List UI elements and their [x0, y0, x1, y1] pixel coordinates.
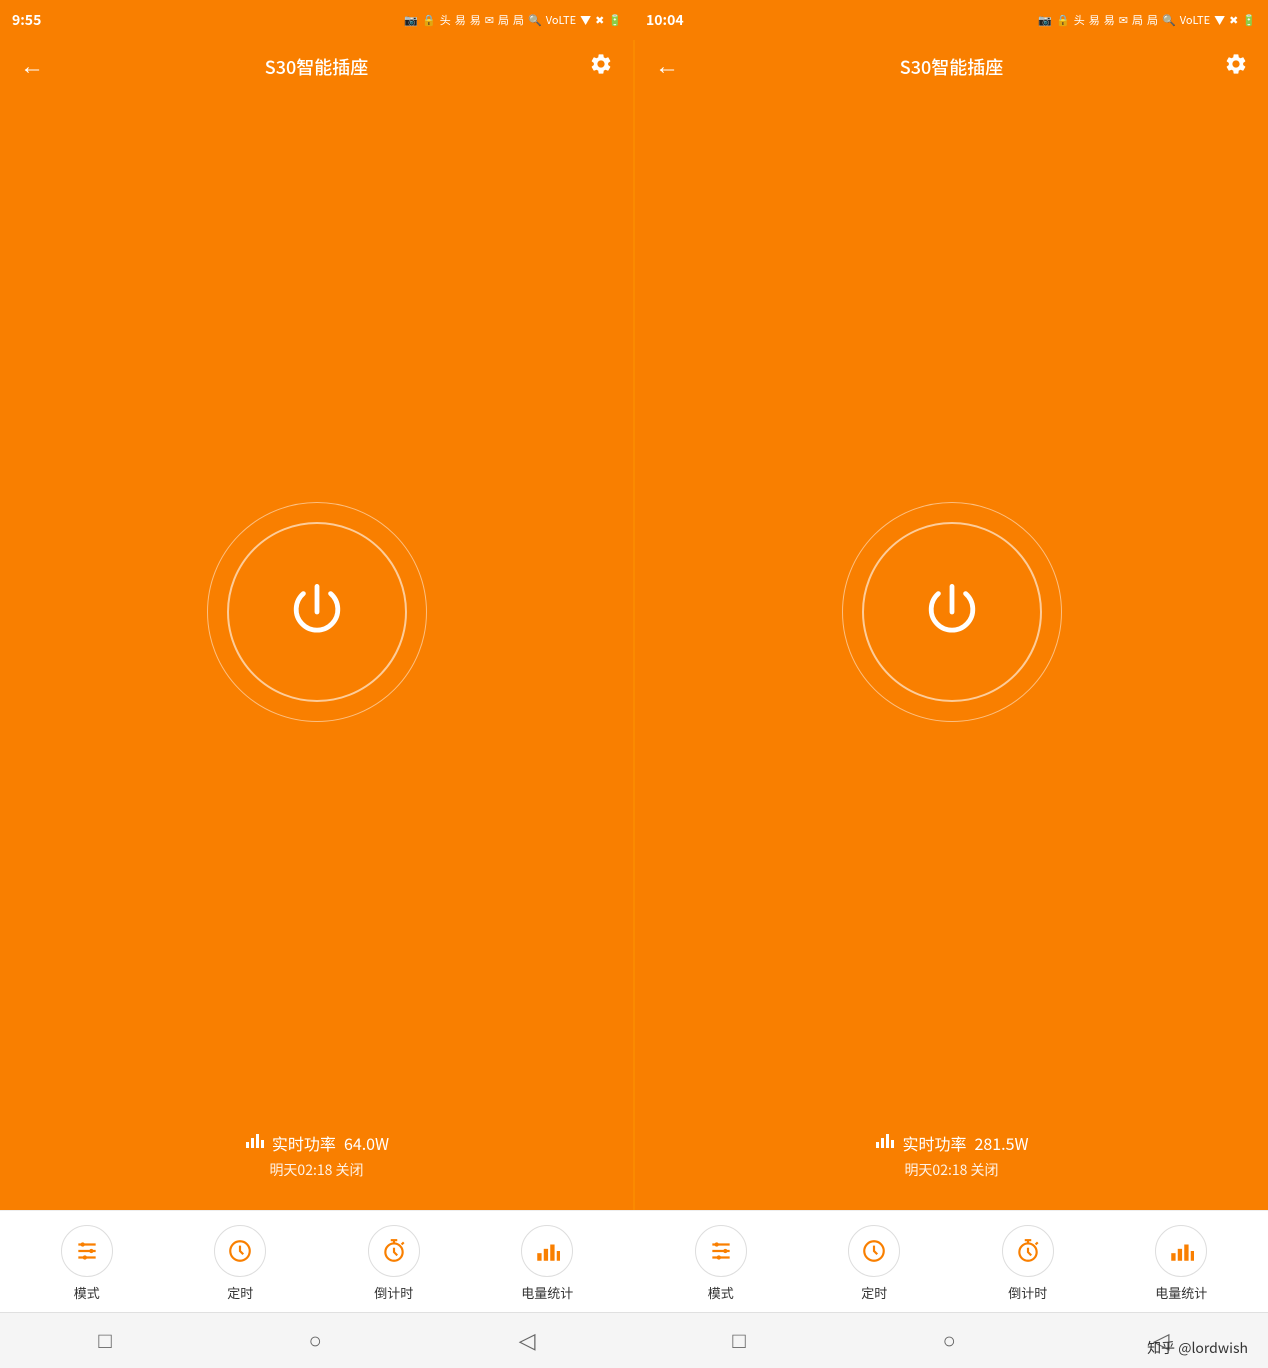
right-info-row: 实时功率 281.5W 明天02:18 关闭	[635, 1130, 1268, 1210]
nav-square-button-2[interactable]: □	[702, 1318, 775, 1364]
left-status-icons: 📷 🔒 头 易 易 ✉ 局 局 🔍 VoLTE ▼ ✖ 🔋	[404, 12, 622, 28]
right-timer-label: 定时	[861, 1283, 887, 1302]
left-mode-item[interactable]: 模式	[57, 1225, 117, 1302]
left-gear-icon	[589, 52, 613, 76]
bottom-toolbar: 模式 定时 倒计时	[0, 1210, 1268, 1312]
nav-circle-button[interactable]: ○	[279, 1318, 352, 1364]
right-countdown-icon-circle	[1002, 1225, 1054, 1277]
right-chart-icon	[874, 1130, 894, 1156]
right-status-icons: 📷 🔒 头 易 易 ✉ 局 局 🔍 VoLTE ▼ ✖ 🔋	[1038, 12, 1256, 28]
left-schedule: 明天02:18 关闭	[269, 1160, 363, 1180]
right-gear-icon	[1224, 52, 1248, 76]
status-bars: 9:55 📷 🔒 头 易 易 ✉ 局 局 🔍 VoLTE ▼ ✖ 🔋 10:04…	[0, 0, 1268, 40]
right-stats-icon-circle	[1155, 1225, 1207, 1277]
right-timer-item[interactable]: 定时	[844, 1225, 904, 1302]
right-phone-panel: ← S30智能插座	[635, 40, 1268, 1210]
right-timer-icon-circle	[848, 1225, 900, 1277]
left-barchart-icon	[534, 1238, 560, 1264]
right-stats-label: 电量统计	[1155, 1283, 1207, 1302]
right-barchart-icon	[1168, 1238, 1194, 1264]
left-title: S30智能插座	[265, 54, 368, 80]
right-schedule: 明天02:18 关闭	[904, 1160, 998, 1180]
right-title: S30智能插座	[900, 54, 1003, 80]
left-back-button[interactable]: ←	[20, 53, 44, 81]
left-mode-icon-circle	[61, 1225, 113, 1277]
right-settings-button[interactable]	[1224, 52, 1248, 82]
right-power-icon	[912, 572, 992, 652]
main-area: ← S30智能插座	[0, 40, 1268, 1210]
left-toolbar: 模式 定时 倒计时	[0, 1211, 634, 1312]
right-power-button[interactable]	[862, 522, 1042, 702]
left-stats-label: 电量统计	[521, 1283, 573, 1302]
left-power-icon	[277, 572, 357, 652]
left-power-value: 64.0W	[344, 1131, 389, 1155]
right-status-bar: 10:04 📷 🔒 头 易 易 ✉ 局 局 🔍 VoLTE ▼ ✖ 🔋	[634, 0, 1268, 40]
left-info-row: 实时功率 64.0W 明天02:18 关闭	[0, 1130, 633, 1210]
left-clock-icon	[227, 1238, 253, 1264]
left-countdown-label: 倒计时	[374, 1283, 413, 1302]
nav-square-button[interactable]: □	[68, 1318, 141, 1364]
nav-circle-button-2[interactable]: ○	[913, 1318, 986, 1364]
left-chart-icon	[244, 1130, 264, 1156]
right-countdown-label: 倒计时	[1008, 1283, 1047, 1302]
left-time: 9:55	[12, 10, 41, 30]
right-mode-icon-circle	[695, 1225, 747, 1277]
right-power-reading: 实时功率 281.5W	[874, 1130, 1028, 1156]
right-stats-item[interactable]: 电量统计	[1151, 1225, 1211, 1302]
left-settings-button[interactable]	[589, 52, 613, 82]
left-power-reading: 实时功率 64.0W	[244, 1130, 389, 1156]
left-stats-item[interactable]: 电量统计	[517, 1225, 577, 1302]
right-back-button[interactable]: ←	[655, 53, 679, 81]
left-power-area	[0, 94, 633, 1130]
left-stopwatch-icon	[381, 1238, 407, 1264]
left-mode-label: 模式	[74, 1283, 100, 1302]
left-phone-panel: ← S30智能插座	[0, 40, 633, 1210]
right-sliders-icon	[708, 1238, 734, 1264]
left-stats-icon-circle	[521, 1225, 573, 1277]
left-countdown-item[interactable]: 倒计时	[364, 1225, 424, 1302]
left-power-label: 实时功率	[272, 1131, 336, 1155]
right-stopwatch-icon	[1015, 1238, 1041, 1264]
left-power-button[interactable]	[227, 522, 407, 702]
left-timer-icon-circle	[214, 1225, 266, 1277]
right-mode-item[interactable]: 模式	[691, 1225, 751, 1302]
left-sliders-icon	[74, 1238, 100, 1264]
right-outer-ring	[842, 502, 1062, 722]
right-time: 10:04	[646, 10, 684, 30]
right-power-label: 实时功率	[902, 1131, 966, 1155]
left-timer-item[interactable]: 定时	[210, 1225, 270, 1302]
right-countdown-item[interactable]: 倒计时	[998, 1225, 1058, 1302]
right-power-value: 281.5W	[974, 1131, 1028, 1155]
right-toolbar: 模式 定时 倒计时	[634, 1211, 1268, 1312]
nav-bar: □ ○ ◁ □ ○ ◁ 知乎 @lordwish	[0, 1312, 1268, 1368]
right-power-area	[635, 94, 1268, 1130]
left-outer-ring	[207, 502, 427, 722]
right-clock-icon	[861, 1238, 887, 1264]
watermark: 知乎 @lordwish	[1147, 1338, 1248, 1358]
left-countdown-icon-circle	[368, 1225, 420, 1277]
left-status-bar: 9:55 📷 🔒 头 易 易 ✉ 局 局 🔍 VoLTE ▼ ✖ 🔋	[0, 0, 634, 40]
right-header: ← S30智能插座	[635, 40, 1268, 94]
nav-triangle-button[interactable]: ◁	[489, 1318, 566, 1364]
right-mode-label: 模式	[708, 1283, 734, 1302]
left-timer-label: 定时	[227, 1283, 253, 1302]
left-header: ← S30智能插座	[0, 40, 633, 94]
